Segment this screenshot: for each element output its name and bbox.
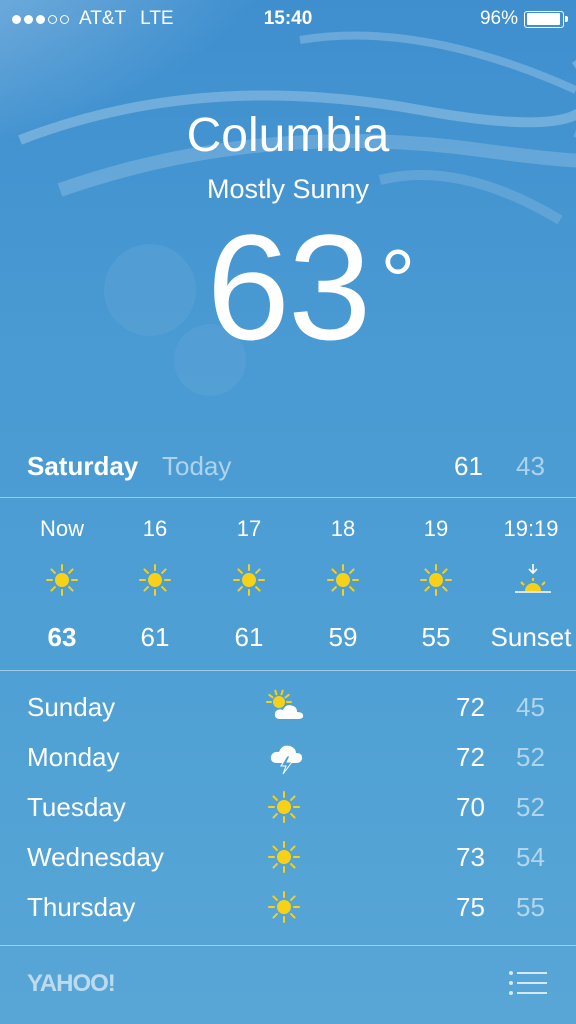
daily-high: 72 <box>456 692 485 722</box>
hourly-temp: 59 <box>328 622 358 652</box>
sun-icon <box>137 562 173 598</box>
footer-bar: YAHOO! <box>0 946 576 1024</box>
hourly-temp: 55 <box>421 622 451 652</box>
hourly-temp: 61 <box>234 622 264 652</box>
today-low: 43 <box>516 451 545 481</box>
current-temperature-wrap: 63 ° <box>0 212 576 362</box>
daily-low: 55 <box>516 892 545 922</box>
sun-icon <box>266 889 306 925</box>
daily-high: 75 <box>456 892 485 922</box>
battery-fill <box>526 13 561 25</box>
daily-row: Wednesday 73 54 <box>0 832 576 882</box>
daily-high: 70 <box>456 792 485 822</box>
sun-icon <box>266 789 306 825</box>
yahoo-logo[interactable]: YAHOO! <box>27 970 116 998</box>
city-name: Columbia <box>186 109 390 162</box>
hourly-temp: 61 <box>140 622 170 652</box>
current-temperature-value: 63 <box>206 203 372 371</box>
hourly-temp: Sunset <box>490 622 572 652</box>
today-day: Saturday <box>27 451 139 481</box>
battery-percent: 96% <box>479 8 518 29</box>
daily-low: 45 <box>516 692 545 722</box>
hourly-time: 19:19 <box>503 516 559 541</box>
sun-icon <box>44 562 80 598</box>
daily-row: Tuesday 70 52 <box>0 782 576 832</box>
current-temperature: 63 ° <box>207 212 416 362</box>
sun-icon <box>325 562 361 598</box>
daily-row: Sunday 72 45 <box>0 682 576 732</box>
sun-icon <box>231 562 267 598</box>
daily-high: 72 <box>456 742 485 772</box>
hourly-time: 17 <box>236 516 262 541</box>
hourly-time: 19 <box>423 516 449 541</box>
hourly-time: Now <box>39 516 84 541</box>
daily-low: 52 <box>516 792 545 822</box>
thunderstorm-icon <box>266 739 306 775</box>
daily-day: Monday <box>27 742 120 772</box>
today-high: 61 <box>454 451 483 481</box>
daily-high: 73 <box>456 842 485 872</box>
daily-low: 54 <box>516 842 545 872</box>
status-right: 96% <box>479 0 568 38</box>
current-condition: Mostly Sunny <box>206 174 370 204</box>
list-icon[interactable] <box>508 968 548 1000</box>
divider-middle <box>0 670 576 671</box>
hourly-forecast[interactable]: Now 63 16 61 17 61 18 59 19 55 19:19 Sun… <box>0 498 576 670</box>
daily-day: Tuesday <box>27 792 126 822</box>
degree-symbol: ° <box>380 231 415 330</box>
daily-row: Monday 72 52 <box>0 732 576 782</box>
today-summary-row: Saturday Today 61 43 <box>0 446 576 486</box>
daily-row: Thursday 75 55 <box>0 882 576 932</box>
daily-day: Wednesday <box>27 842 164 872</box>
battery-icon <box>524 10 568 28</box>
today-label: Today <box>162 451 232 481</box>
daily-day: Thursday <box>27 892 136 922</box>
hourly-temp: 63 <box>47 622 77 652</box>
hourly-time: 16 <box>142 516 168 541</box>
sun-icon <box>266 839 306 875</box>
sun-icon <box>418 562 454 598</box>
daily-low: 52 <box>516 742 545 772</box>
hourly-time: 18 <box>330 516 356 541</box>
status-bar: AT&T LTE 15:40 96% <box>0 0 576 38</box>
sunset-icon <box>513 562 551 598</box>
partly-cloudy-icon <box>266 689 306 725</box>
daily-day: Sunday <box>27 692 116 722</box>
